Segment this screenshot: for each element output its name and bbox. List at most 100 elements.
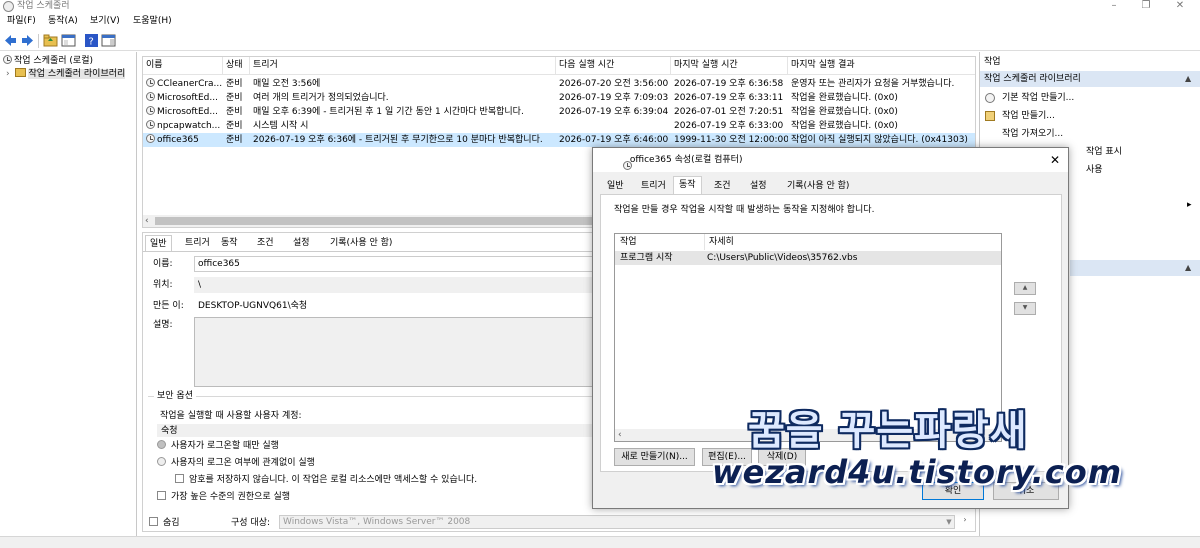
tree-root[interactable]: 작업 스케줄러 (로컬) (0, 55, 93, 68)
collapse-up-icon[interactable]: ▲ (1185, 260, 1191, 276)
dialog-tab-history[interactable]: 기록(사용 안 함) (782, 178, 854, 194)
toolbar: ? (0, 31, 1200, 51)
status-cell: 준비 (226, 135, 243, 145)
details-tab-settings[interactable]: 설정 (289, 235, 314, 251)
dialog-close-icon[interactable]: ✕ (1046, 151, 1064, 169)
column-last-run[interactable]: 마지막 실행 시간 (671, 57, 788, 74)
menu-bar: 파일(F) 동작(A) 보기(V) 도움말(H) (0, 13, 1200, 30)
column-name[interactable]: 이름 (143, 57, 223, 74)
help-icon[interactable]: ? (84, 33, 99, 48)
last-result-cell: 작업을 완료했습니다. (0x0) (791, 121, 898, 131)
details-tab-general[interactable]: 일반 (145, 235, 172, 251)
actions-description: 작업을 만들 경우 작업을 시작할 때 발생하는 동작을 지정해야 합니다. (614, 205, 875, 215)
menu-file[interactable]: 파일(F) (5, 13, 38, 30)
last-run-cell: 2026-07-01 오전 7:20:51 (674, 107, 784, 117)
last-run-cell: 2026-07-19 오후 6:36:58 (674, 79, 784, 89)
show-hide-console-icon[interactable] (61, 33, 76, 48)
task-clock-icon (146, 120, 155, 129)
move-down-button[interactable]: ▼ (1014, 302, 1036, 315)
maximize-icon[interactable]: ❐ (1131, 0, 1161, 13)
console-tree: 작업 스케줄러 (로컬) › 작업 스케줄러 라이브러리 (0, 52, 137, 536)
table-row[interactable]: 프로그램 시작 C:\Users\Public\Videos\35762.vbs (615, 251, 1001, 265)
watermark-title: 꿈을 꾸는파랑새 (748, 408, 1028, 454)
menu-help[interactable]: 도움말(H) (131, 13, 174, 30)
radio-selected-icon (157, 440, 166, 449)
minimize-icon[interactable]: – (1099, 0, 1129, 13)
table-row[interactable]: npcapwatch... 준비 시스템 시작 시 2026-07-19 오후 … (143, 119, 975, 133)
action-create-basic-task[interactable]: 기본 작업 만들기... (980, 89, 1074, 107)
column-details[interactable]: 자세히 (705, 234, 1001, 250)
checkbox-hidden[interactable]: 숨김 (149, 516, 180, 530)
selected-item-header[interactable] (1070, 260, 1200, 276)
task-clock-icon (146, 106, 155, 115)
author-label: 만든 이: (153, 301, 184, 311)
next-run-cell: 2026-07-19 오후 6:39:04 (559, 107, 669, 117)
next-run-cell: 2026-07-19 오후 6:46:00 (559, 135, 669, 145)
dialog-tab-actions[interactable]: 동작 (673, 176, 702, 194)
tree-item-library[interactable]: › 작업 스케줄러 라이브러리 (6, 68, 137, 81)
configure-for-label: 구성 대상: (231, 518, 271, 528)
task-clock-icon (146, 92, 155, 101)
details-tab-triggers[interactable]: 트리거 (181, 235, 214, 251)
radio-logon-only[interactable]: 사용자가 로그온할 때만 실행 (157, 439, 279, 453)
properties-pane-icon[interactable] (101, 33, 116, 48)
chevron-down-icon[interactable]: ▼ (943, 515, 955, 529)
checkbox-icon (149, 517, 158, 526)
scheduler-icon (3, 55, 12, 64)
chevron-right-icon[interactable]: › (6, 69, 10, 79)
table-row-selected[interactable]: office365 준비 2026-07-19 오후 6:36에 - 트리거된 … (143, 133, 975, 147)
scroll-left-icon[interactable]: ‹ (618, 429, 622, 441)
new-action-button[interactable]: 새로 만들기(N)... (614, 448, 695, 466)
scroll-right-icon[interactable]: › (959, 513, 971, 527)
status-cell: 준비 (226, 107, 243, 117)
details-tab-history[interactable]: 기록(사용 안 함) (326, 235, 396, 251)
task-clock-icon (623, 161, 632, 170)
scroll-left-icon[interactable]: ‹ (145, 215, 149, 227)
actions-subheader[interactable]: 작업 스케줄러 라이브러리 (980, 71, 1200, 87)
scroll-thumb[interactable] (155, 217, 595, 225)
column-last-result[interactable]: 마지막 실행 결과 (788, 57, 975, 74)
security-groupbox-line (148, 396, 594, 397)
back-arrow-icon[interactable] (3, 33, 18, 48)
collapse-up-icon[interactable]: ▲ (1185, 71, 1191, 87)
table-row[interactable]: CCleanerCra... 준비 매일 오전 3:56에 2026-07-20… (143, 77, 975, 91)
move-up-button[interactable]: ▲ (1014, 282, 1036, 295)
column-status[interactable]: 상태 (223, 57, 250, 74)
column-action[interactable]: 작업 (615, 234, 705, 250)
column-next-run[interactable]: 다음 실행 시간 (556, 57, 671, 74)
submenu-arrow-icon[interactable]: ▸ (1187, 200, 1192, 210)
last-run-cell: 2026-07-19 오후 6:33:11 (674, 93, 784, 103)
app-icon (3, 1, 14, 12)
table-row[interactable]: MicrosoftEd... 준비 여러 개의 트리거가 정의되었습니다. 20… (143, 91, 975, 105)
checkbox-highest-privileges[interactable]: 가장 높은 수준의 권한으로 실행 (157, 490, 290, 504)
action-display-tasks[interactable]: 작업 표시 (1062, 143, 1122, 161)
menu-action[interactable]: 동작(A) (46, 13, 80, 30)
checkbox-icon (175, 474, 184, 483)
action-import-task[interactable]: 작업 가져오기... (980, 125, 1063, 143)
folder-icon (15, 68, 27, 77)
configure-for-select[interactable]: Windows Vista™, Windows Server™ 2008 (279, 515, 955, 529)
details-tab-actions[interactable]: 동작 (217, 235, 242, 251)
dialog-tab-triggers[interactable]: 트리거 (636, 178, 671, 194)
dialog-tab-settings[interactable]: 설정 (745, 178, 772, 194)
close-icon[interactable]: ✕ (1165, 0, 1195, 13)
menu-view[interactable]: 보기(V) (88, 13, 122, 30)
forward-arrow-icon[interactable] (20, 33, 35, 48)
dialog-tab-general[interactable]: 일반 (602, 178, 629, 194)
last-result-cell: 작업이 아직 실행되지 않았습니다. (0x41303) (791, 135, 968, 145)
checkbox-no-password[interactable]: 암호를 저장하지 않습니다. 이 작업은 로컬 리소스에만 액세스할 수 있습니… (175, 473, 477, 487)
dialog-tab-conditions[interactable]: 조건 (709, 178, 736, 194)
radio-logon-any[interactable]: 사용자의 로그온 여부에 관계없이 실행 (157, 456, 315, 470)
table-row[interactable]: MicrosoftEd... 준비 매일 오후 6:39에 - 트리거된 후 1… (143, 105, 975, 119)
task-name-cell: MicrosoftEd... (143, 105, 223, 119)
details-tab-conditions[interactable]: 조건 (253, 235, 278, 251)
trigger-cell: 여러 개의 트리거가 정의되었습니다. (253, 93, 389, 103)
toolbar-separator (38, 34, 39, 48)
description-label: 설명: (153, 320, 173, 330)
folder-up-icon[interactable] (43, 33, 58, 48)
action-create-task[interactable]: 작업 만들기... (980, 107, 1055, 125)
action-type-cell: 프로그램 시작 (620, 253, 673, 263)
actions-header: 작업 (980, 54, 1200, 70)
column-trigger[interactable]: 트리거 (250, 57, 556, 74)
task-clock-icon (146, 78, 155, 87)
